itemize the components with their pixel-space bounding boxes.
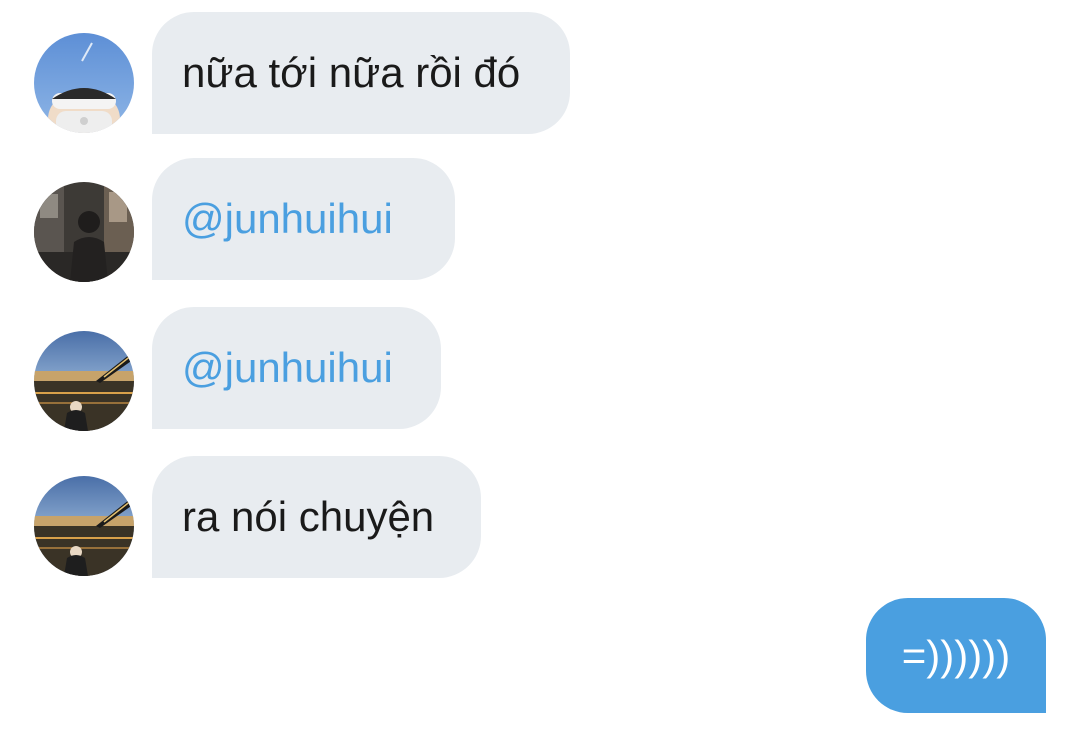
message-row: @junhuihui	[0, 307, 1080, 431]
message-row: @junhuihui	[0, 158, 1080, 282]
avatar[interactable]	[34, 182, 134, 282]
avatar[interactable]	[34, 33, 134, 133]
person-in-street-avatar	[34, 182, 134, 282]
message-row: nữa tới nữa rồi đó	[0, 12, 1080, 134]
avatar[interactable]	[34, 331, 134, 431]
message-bubble[interactable]: ra nói chuyện	[152, 456, 481, 578]
message-row: ra nói chuyện	[0, 456, 1080, 578]
outgoing-message-bubble[interactable]: =))))))	[866, 598, 1046, 713]
chat-thread: nữa tới nữa rồi đó @junhuihui @junhuihui…	[0, 0, 1080, 730]
avatar[interactable]	[34, 476, 134, 576]
person-with-headband-avatar	[34, 33, 134, 133]
mention-bubble[interactable]: @junhuihui	[152, 307, 441, 429]
message-bubble[interactable]: nữa tới nữa rồi đó	[152, 12, 570, 134]
person-by-river-bridge-avatar	[34, 331, 134, 431]
mention-bubble[interactable]: @junhuihui	[152, 158, 455, 280]
person-by-river-bridge-avatar	[34, 476, 134, 576]
